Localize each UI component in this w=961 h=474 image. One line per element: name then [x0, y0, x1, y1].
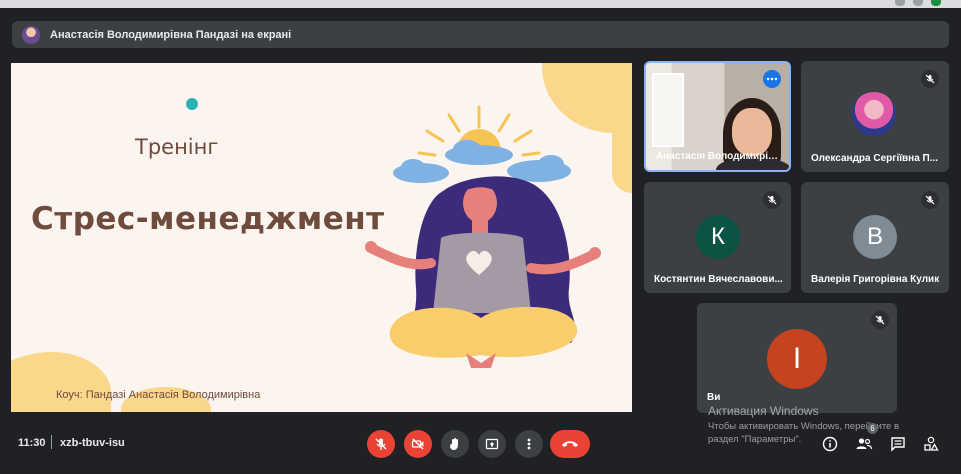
participant-name: Ви	[707, 392, 721, 403]
more-options-button[interactable]	[515, 430, 543, 458]
slide-coach-caption: Коуч: Пандазі Анастасія Володимирівна	[56, 389, 261, 401]
camera-toggle-button[interactable]	[404, 430, 432, 458]
participant-tile[interactable]: В Валерія Григорівна Кулик	[801, 182, 949, 293]
people-icon	[856, 438, 873, 450]
shared-screen-slide: Тренінг Стрес-менеджмент Коуч: Пандазі А…	[11, 63, 632, 412]
participant-avatar-photo	[852, 92, 896, 136]
browser-toolbar-strip	[0, 0, 961, 8]
info-icon	[822, 436, 838, 452]
meeting-code: xzb-tbuv-isu	[60, 437, 125, 449]
raise-hand-button[interactable]	[441, 430, 469, 458]
participant-name: Валерія Григорівна Кулик	[811, 274, 940, 285]
mic-off-icon	[871, 311, 889, 329]
divider	[51, 435, 52, 449]
watermark-title: Активация Windows	[708, 404, 819, 418]
more-vert-icon	[527, 438, 531, 450]
people-count-badge: 6	[867, 423, 878, 434]
meditation-illustration	[365, 105, 601, 368]
present-screen-icon	[485, 438, 499, 450]
participant-tile-self[interactable]: I Ви	[697, 303, 897, 413]
participant-tile[interactable]: К Костянтин Вячеславови...	[644, 182, 791, 293]
people-button[interactable]	[854, 434, 874, 454]
extension-icon[interactable]	[913, 0, 923, 6]
mic-off-icon	[921, 191, 939, 209]
presenting-banner-text: Анастасія Володимирівна Пандазі на екран…	[50, 28, 292, 41]
meeting-details-button[interactable]	[820, 434, 840, 454]
profile-icon[interactable]	[931, 0, 941, 6]
video-window	[652, 73, 684, 147]
extension-icon[interactable]	[895, 0, 905, 6]
meeting-time: 11:30	[18, 437, 46, 449]
participant-tile-video[interactable]: Анастасія Володимирів...	[644, 61, 791, 172]
presenting-banner: Анастасія Володимирівна Пандазі на екран…	[12, 21, 949, 48]
browser-extension-icons	[895, 0, 941, 8]
mic-off-icon	[921, 70, 939, 88]
raise-hand-icon	[450, 438, 458, 450]
slide-title: Стрес-менеджмент	[31, 201, 385, 237]
end-call-icon	[562, 441, 578, 447]
chat-icon	[891, 437, 905, 452]
participant-name: Анастасія Володимирів...	[656, 151, 781, 162]
presenter-avatar	[22, 25, 40, 44]
participant-avatar-initial: В	[853, 215, 897, 259]
mic-off-icon	[375, 438, 387, 450]
slide-subtitle: Тренінг	[135, 135, 219, 159]
activities-button[interactable]	[921, 434, 941, 454]
end-call-button[interactable]	[550, 430, 590, 458]
activities-icon	[924, 436, 939, 451]
chat-button[interactable]	[888, 434, 908, 454]
camera-off-icon	[411, 438, 424, 450]
present-screen-button[interactable]	[478, 430, 506, 458]
participant-tile[interactable]: Олександра Сергіївна П...	[801, 61, 949, 172]
participant-name: Костянтин Вячеславови...	[654, 274, 783, 285]
participant-avatar-initial: К	[696, 215, 740, 259]
video-person-face	[732, 108, 772, 156]
mic-off-icon	[763, 191, 781, 209]
participant-avatar-initial: I	[767, 329, 827, 389]
more-horiz-icon[interactable]	[763, 70, 781, 88]
mic-toggle-button[interactable]	[367, 430, 395, 458]
participant-name: Олександра Сергіївна П...	[811, 153, 939, 164]
